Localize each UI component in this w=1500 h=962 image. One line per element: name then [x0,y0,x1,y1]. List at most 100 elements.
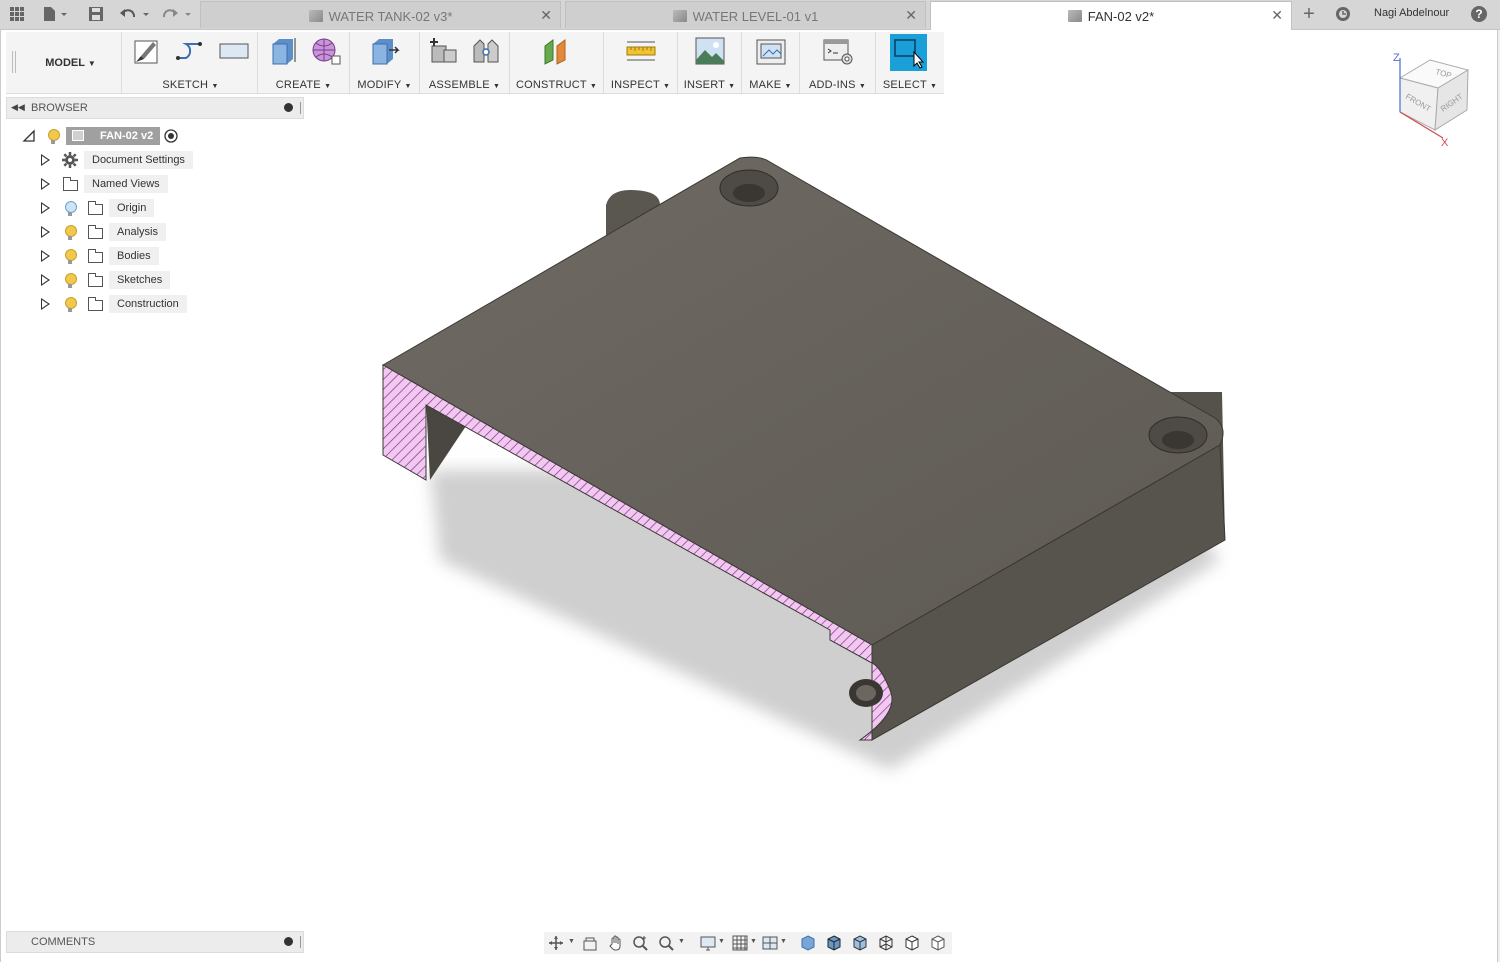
hidden-edges-cube-icon[interactable] [852,935,868,951]
select-tool-button[interactable] [890,34,927,71]
wireframe-cube-icon[interactable] [878,935,894,951]
expand-triangle-icon[interactable] [41,154,50,166]
chevron-down-icon[interactable]: ▼ [780,938,787,945]
tree-item-label: Sketches [109,271,171,289]
close-tab-icon[interactable]: ✕ [540,7,552,24]
tab-water-tank[interactable]: WATER TANK-02 v3* ✕ [200,1,561,28]
measure-icon[interactable] [625,36,657,66]
line-icon[interactable] [174,36,206,66]
close-tab-icon[interactable]: ✕ [905,7,917,24]
activate-radio-icon[interactable] [164,129,178,143]
svg-text:Z: Z [1393,52,1400,64]
expand-triangle-icon[interactable] [41,178,50,190]
visibility-bulb-icon[interactable] [48,129,60,144]
viewports-icon[interactable] [762,935,778,951]
tree-item-bodies[interactable]: Bodies [40,246,200,266]
chevron-down-icon[interactable]: ▼ [678,938,685,945]
redo-icon[interactable] [160,3,194,25]
chevron-down-icon[interactable]: ▼ [718,938,725,945]
chevron-down-icon[interactable]: ▼ [493,83,500,90]
navigation-bar: ▼ ▼ ▼ ▼ ▼ [544,932,952,954]
chevron-down-icon[interactable]: ▼ [663,83,670,90]
press-pull-icon[interactable] [369,36,401,66]
chevron-down-icon[interactable]: ▼ [930,83,937,90]
joint-icon[interactable] [470,36,502,66]
offset-plane-icon[interactable] [541,36,573,66]
chevron-down-icon[interactable]: ▼ [404,83,411,90]
toolbar-grip[interactable] [12,51,16,73]
user-account[interactable]: Nagi Abdelnour [1374,7,1449,19]
create-sketch-icon[interactable] [132,36,164,66]
extrude-icon[interactable] [268,36,300,66]
scripts-icon[interactable] [822,36,854,66]
shaded-edges-cube-icon[interactable] [826,935,842,951]
visibility-bulb-icon[interactable] [65,249,77,264]
expand-triangle-icon[interactable] [41,298,50,310]
tab-water-level[interactable]: WATER LEVEL-01 v1 ✕ [565,1,926,28]
save-icon[interactable] [85,3,107,25]
tree-item-analysis[interactable]: Analysis [40,222,200,242]
new-tab-icon[interactable]: + [1296,3,1322,25]
collapse-triangle-icon[interactable] [22,129,36,143]
app-grid-icon[interactable] [6,3,28,25]
collapse-panel-icon[interactable]: ◀◀ [11,102,25,113]
folder-icon [88,225,103,239]
close-tab-icon[interactable]: ✕ [1271,7,1283,24]
comments-panel[interactable]: COMMENTS [6,931,304,953]
visibility-bulb-icon[interactable] [65,297,77,312]
fit-icon[interactable] [658,935,674,951]
undo-icon[interactable] [118,3,152,25]
chevron-down-icon[interactable]: ▼ [568,938,575,945]
tree-item-document-settings[interactable]: Document Settings [40,150,200,170]
model-viewport[interactable] [300,120,1300,820]
visibility-bulb-icon[interactable] [65,273,77,288]
chevron-down-icon[interactable]: ▼ [324,83,331,90]
insert-image-icon[interactable] [694,36,726,66]
wireframe-hidden-cube-icon[interactable] [904,935,920,951]
visibility-bulb-icon[interactable] [65,201,77,216]
expand-triangle-icon[interactable] [41,250,50,262]
file-menu-icon[interactable] [40,3,70,25]
browser-title: BROWSER [31,102,88,114]
expand-triangle-icon[interactable] [41,226,50,238]
tree-item-sketches[interactable]: Sketches [40,270,200,290]
grid-icon[interactable] [732,935,748,951]
new-component-icon[interactable] [428,36,460,66]
panel-pin-icon[interactable] [300,102,301,114]
chevron-down-icon[interactable]: ▼ [728,83,735,90]
pan-hand-icon[interactable] [608,935,624,951]
help-icon[interactable]: ? [1468,3,1490,25]
look-at-icon[interactable] [582,935,598,951]
assemble-group: ASSEMBLE ▼ [420,32,510,93]
minimize-panel-icon[interactable] [284,103,293,112]
shaded-cube-icon[interactable] [800,935,816,951]
workspace-switcher[interactable]: MODEL ▼ [20,32,122,93]
zoom-icon[interactable] [632,935,648,951]
chevron-down-icon[interactable]: ▼ [785,83,792,90]
3d-print-icon[interactable] [755,36,787,66]
chevron-down-icon[interactable]: ▼ [211,83,218,90]
panel-pin-icon[interactable] [300,936,301,948]
tree-root[interactable]: FAN-02 v2 [20,126,220,146]
tree-item-construction[interactable]: Construction [40,294,200,314]
orbit-icon[interactable] [548,935,564,951]
tree-item-named-views[interactable]: Named Views [40,174,200,194]
form-icon[interactable] [310,36,342,66]
job-status-icon[interactable] [1332,3,1354,25]
wireframe-visible-cube-icon[interactable] [930,935,946,951]
sketch-group: SKETCH ▼ [124,32,258,93]
tree-item-origin[interactable]: Origin [40,198,200,218]
rectangle-icon[interactable] [218,36,250,66]
chevron-down-icon[interactable]: ▼ [590,83,597,90]
visibility-bulb-icon[interactable] [65,225,77,240]
chevron-down-icon[interactable]: ▼ [859,83,866,90]
add-comment-icon[interactable] [284,937,293,946]
expand-triangle-icon[interactable] [41,202,50,214]
chevron-down-icon[interactable]: ▼ [750,938,757,945]
tree-item-label: Analysis [109,223,166,241]
expand-triangle-icon[interactable] [41,274,50,286]
insert-group: INSERT ▼ [678,32,742,93]
tab-fan[interactable]: FAN-02 v2* ✕ [930,1,1292,30]
view-cube[interactable]: TOP FRONT RIGHT Z X [1385,48,1480,148]
display-settings-icon[interactable] [700,935,716,951]
